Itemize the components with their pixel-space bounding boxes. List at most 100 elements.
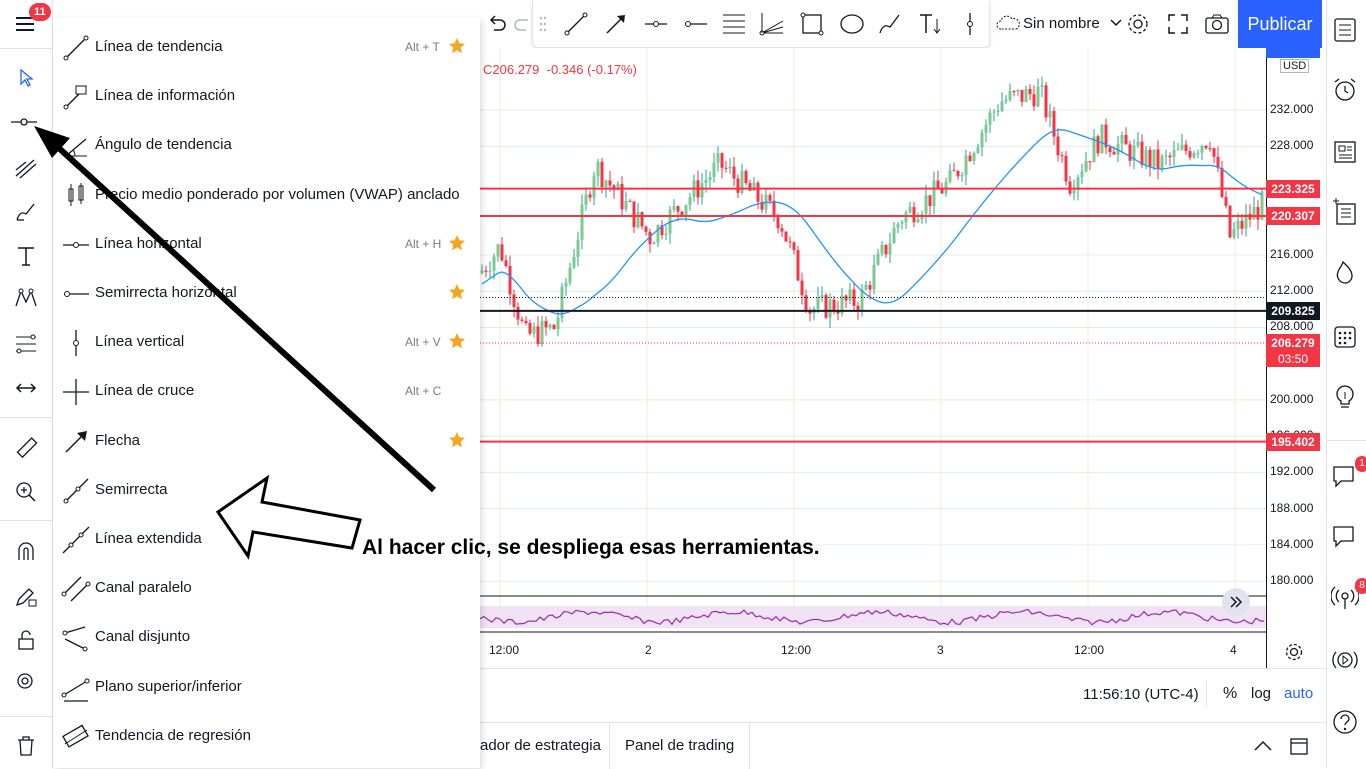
candlestick-chart[interactable] [479, 48, 1266, 668]
candle-body [1084, 161, 1088, 172]
hide-drawings-button[interactable] [8, 664, 44, 700]
fullscreen-button[interactable] [1166, 12, 1190, 41]
collapse-panel-button[interactable] [1252, 735, 1274, 762]
time-axis-label: 12:00 [489, 643, 520, 657]
private-chats-button[interactable] [1331, 522, 1363, 554]
menu-item-arrow[interactable]: Flecha [53, 417, 480, 466]
menu-item-horizontal-line[interactable]: Línea horizontal Alt + H [53, 220, 480, 269]
alerts-button[interactable] [1331, 76, 1363, 108]
gann-fib-tools-button[interactable] [8, 150, 44, 186]
menu-item-horizontal-ray[interactable]: Semirrecta horizontal [53, 269, 480, 318]
menu-item-parallel-channel[interactable]: Canal paralelo [53, 564, 480, 613]
bar-countdown: 03:50 [1266, 351, 1320, 367]
line-tools-button[interactable] [8, 104, 44, 140]
watchlist-button[interactable] [1331, 16, 1363, 48]
menu-item-trend-angle[interactable]: Ángulo de tendencia [53, 121, 480, 170]
price-axis-label: 180.000 [1270, 573, 1314, 588]
eye-icon [17, 673, 33, 689]
menu-item-anchored-vwap[interactable]: Precio medio ponderado por volumen (VWAP… [53, 171, 480, 220]
scroll-to-realtime-button[interactable] [1222, 588, 1250, 616]
menu-item-info-line[interactable]: Línea de información [53, 72, 480, 121]
prediction-tools-button[interactable] [8, 326, 44, 362]
trend-line-fav-button[interactable] [559, 6, 593, 42]
lock-all-button[interactable] [8, 622, 44, 658]
star-icon[interactable] [448, 283, 466, 301]
ruler-button[interactable] [8, 430, 44, 466]
horizontal-ray-fav-button[interactable] [679, 6, 713, 42]
maximize-panel-button[interactable] [1288, 735, 1310, 762]
star-icon[interactable] [448, 234, 466, 252]
news-button[interactable] [1331, 138, 1363, 170]
candle-body [544, 320, 548, 328]
menu-item-disjoint-channel[interactable]: Canal disjunto [53, 613, 480, 662]
candle-body [496, 244, 500, 257]
menu-item-vertical-line[interactable]: Línea vertical Alt + V [53, 318, 480, 367]
hotlists-button[interactable] [1331, 258, 1363, 290]
cloud-icon [996, 15, 1020, 30]
clock-timezone[interactable]: 11:56:10 (UTC-4) [1083, 686, 1199, 703]
auto-scale-toggle[interactable]: auto [1284, 685, 1313, 702]
candle-body [932, 180, 936, 207]
brush-fav-button[interactable] [873, 6, 907, 42]
undo-button[interactable] [486, 12, 508, 39]
zoom-in-icon [16, 482, 36, 502]
drag-handle[interactable] [535, 6, 551, 42]
menu-item-ray[interactable]: Semirrecta [53, 466, 480, 515]
pattern-tools-button[interactable] [8, 280, 44, 316]
notes-button[interactable] [1331, 384, 1363, 416]
candle-body [748, 183, 752, 191]
horizontal-line-fav-button[interactable] [639, 6, 673, 42]
help-button[interactable] [1331, 708, 1363, 740]
layout-name-dropdown[interactable]: Sin nombre [995, 13, 1124, 33]
fib-retracement-fav-button[interactable] [717, 6, 751, 42]
menu-item-flat-top-bottom[interactable]: Plano superior/inferior [53, 663, 480, 712]
text-tools-button[interactable] [8, 238, 44, 274]
lock-drawing-mode-button[interactable] [8, 578, 44, 614]
brush-tools-button[interactable] [8, 194, 44, 230]
candle-body [884, 244, 888, 255]
trend-line-icon [63, 35, 89, 61]
snapshot-button[interactable] [1204, 12, 1230, 41]
candle-body [868, 285, 872, 290]
camera-icon [1205, 14, 1229, 34]
candle-body [1020, 89, 1024, 102]
axis-settings-button[interactable] [1284, 642, 1304, 667]
chart-pane[interactable]: C206.279 -0.346 (-0.17%) [479, 48, 1266, 668]
menu-item-trend-line[interactable]: Línea de tendencia Alt + T [53, 23, 480, 72]
percent-scale-toggle[interactable]: % [1223, 685, 1237, 703]
menu-item-shortcut: Alt + V [405, 335, 441, 350]
fullscreen-icon [1168, 14, 1188, 34]
remove-drawings-button[interactable] [8, 728, 44, 764]
streams-button[interactable] [1331, 646, 1363, 678]
log-scale-toggle[interactable]: log [1251, 685, 1271, 702]
vertical-line-fav-button[interactable] [953, 6, 987, 42]
price-axis-label: 212.000 [1270, 283, 1314, 298]
ellipse-fav-button[interactable] [835, 6, 869, 42]
arrow-fav-button[interactable] [599, 6, 633, 42]
cursor-tool-button[interactable] [8, 60, 44, 96]
zoom-in-button[interactable] [8, 474, 44, 510]
menu-item-cross-line[interactable]: Línea de cruce Alt + C [53, 367, 480, 416]
redo-button[interactable] [512, 12, 534, 39]
star-icon[interactable] [448, 332, 466, 350]
publish-button[interactable]: Publicar [1238, 0, 1322, 48]
candle-body [684, 204, 688, 216]
rectangle-fav-button[interactable] [795, 6, 829, 42]
star-icon[interactable] [448, 37, 466, 55]
data-window-button[interactable] [1331, 198, 1363, 230]
tab-trading-panel[interactable]: Panel de trading [625, 737, 734, 754]
candle-body [1080, 171, 1084, 178]
measure-range-button[interactable] [8, 370, 44, 406]
candle-body [1156, 149, 1160, 169]
text-fav-button[interactable] [913, 6, 947, 42]
candle-body [516, 306, 520, 320]
fib-fan-fav-button[interactable] [755, 6, 789, 42]
time-axis-label: 3 [937, 643, 944, 657]
star-icon[interactable] [448, 431, 466, 449]
price-tag: 195.402 [1266, 432, 1320, 451]
chart-settings-button[interactable] [1126, 12, 1150, 41]
magnet-button[interactable] [8, 534, 44, 570]
calendar-button[interactable] [1331, 322, 1363, 354]
menu-item-regression-trend[interactable]: Tendencia de regresión [53, 712, 480, 761]
tab-strategy-tester[interactable]: ador de estrategia [480, 737, 601, 754]
